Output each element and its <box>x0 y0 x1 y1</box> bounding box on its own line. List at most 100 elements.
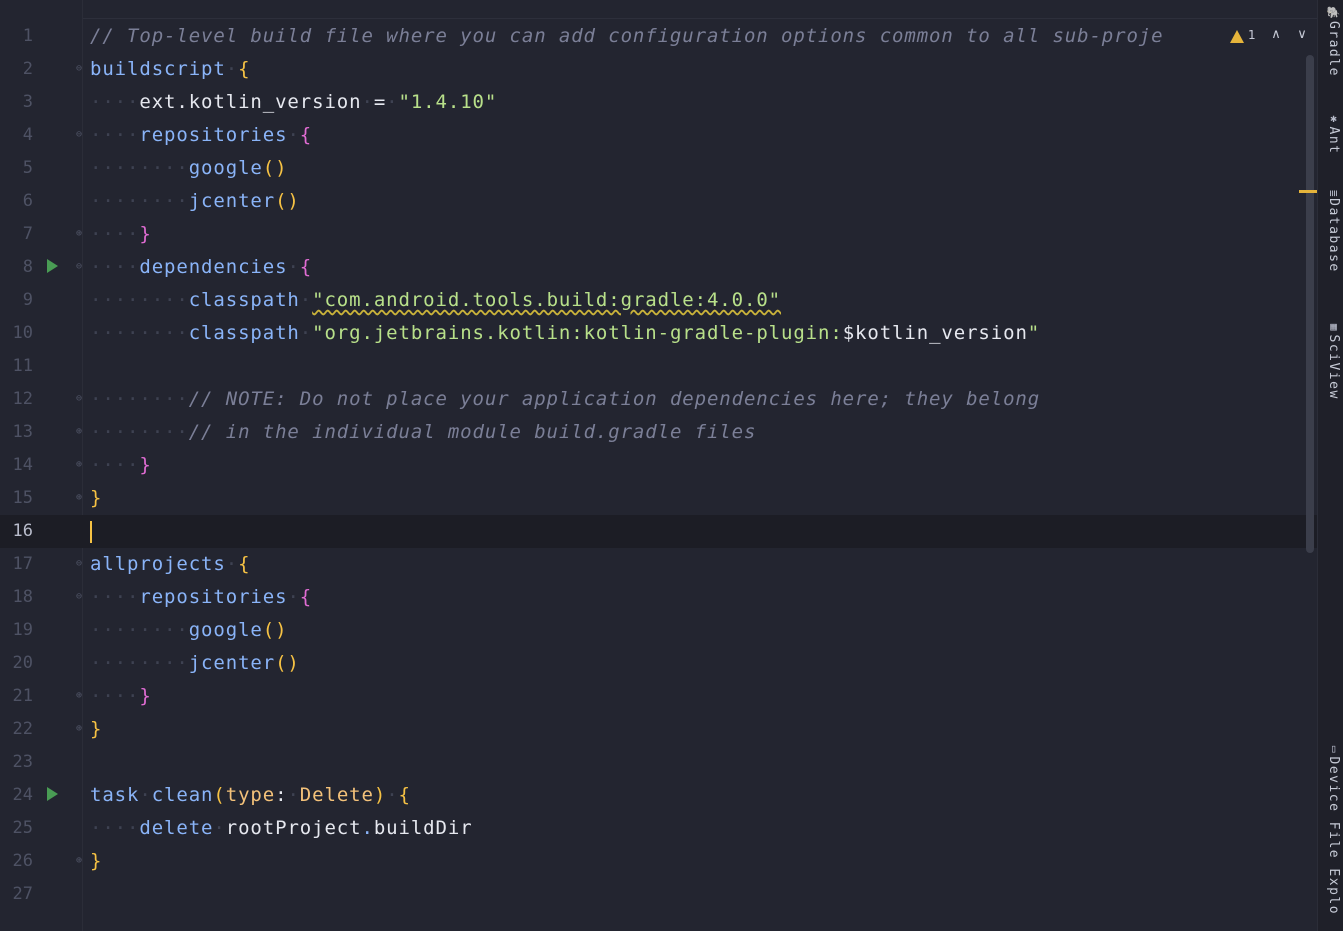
code-line-20[interactable]: 20 ········jcenter() <box>0 647 1317 680</box>
fold-icon[interactable]: ⊕ <box>76 493 86 503</box>
play-icon[interactable] <box>47 259 58 273</box>
keyword: dependencies <box>139 256 288 278</box>
warning-count: 1 <box>1248 28 1256 42</box>
tab-database[interactable]: ≣Database <box>1323 190 1341 273</box>
code-line-16-current[interactable]: 16 <box>0 515 1317 548</box>
code-line-8[interactable]: 8 ⊖ ····dependencies·{ <box>0 251 1317 284</box>
line-number: 10 <box>12 323 33 343</box>
warning-marker[interactable] <box>1299 190 1317 193</box>
string: "org.jetbrains.kotlin:kotlin-gradle-plug… <box>312 322 843 344</box>
code-line-22[interactable]: 22 ⊕ } <box>0 713 1317 746</box>
code-line-18[interactable]: 18 ⊖ ····repositories·{ <box>0 581 1317 614</box>
tab-label: SciView <box>1326 334 1341 400</box>
line-number: 11 <box>12 356 33 376</box>
parens: () <box>275 190 300 212</box>
brace: } <box>90 487 103 509</box>
code-line-11[interactable]: 11 <box>0 350 1317 383</box>
code-line-26[interactable]: 26 ⊕ } <box>0 845 1317 878</box>
code-editor[interactable]: 1 // Top-level build file where you can … <box>0 0 1317 931</box>
brace: { <box>299 586 313 608</box>
keyword: repositories <box>139 586 288 608</box>
fold-icon[interactable]: ⊖ <box>76 559 86 569</box>
identifier: rootProject <box>225 817 362 839</box>
editor-top-border <box>0 18 1317 19</box>
fold-icon[interactable]: ⊖ <box>76 64 86 74</box>
fold-icon[interactable]: ⊕ <box>76 229 86 239</box>
line-number: 7 <box>22 224 33 244</box>
tab-ant[interactable]: ✱Ant <box>1323 112 1341 154</box>
fold-icon[interactable]: ⊕ <box>76 460 86 470</box>
fold-icon[interactable]: ⊕ <box>76 856 86 866</box>
chevron-up-icon[interactable]: ∧ <box>1268 26 1284 44</box>
fold-icon[interactable]: ⊖ <box>76 130 86 140</box>
right-tool-window-bar: 🐘Gradle ✱Ant ≣Database ▦SciView ▯Device … <box>1317 0 1343 931</box>
code-line-2[interactable]: 2 ⊖ buildscript·{ <box>0 53 1317 86</box>
line-number: 8 <box>22 257 33 277</box>
brace: { <box>238 553 251 575</box>
line-number: 5 <box>22 158 33 178</box>
tab-sciview[interactable]: ▦SciView <box>1323 320 1341 400</box>
line-number: 17 <box>12 554 33 574</box>
warning-icon[interactable] <box>1230 30 1244 43</box>
tab-label: Ant <box>1326 126 1341 155</box>
line-number: 13 <box>12 422 33 442</box>
paren: ( <box>213 784 226 806</box>
fold-icon[interactable]: ⊕ <box>76 427 86 437</box>
tab-device-file-explorer[interactable]: ▯Device File Explo <box>1323 742 1341 915</box>
keyword: jcenter <box>188 652 276 674</box>
code-line-19[interactable]: 19 ········google() <box>0 614 1317 647</box>
fold-icon[interactable]: ⊖ <box>76 394 86 404</box>
paren: ) <box>373 784 387 806</box>
line-number: 25 <box>12 818 33 838</box>
keyword: jcenter <box>188 190 276 212</box>
line-number: 23 <box>12 752 33 772</box>
string: "1.4.10" <box>398 91 498 113</box>
string-with-warning: "com.android.tools.build:gradle:4.0.0" <box>312 289 782 311</box>
code-line-3[interactable]: 3 ····ext.kotlin_version·=·"1.4.10" <box>0 86 1317 119</box>
line-number: 14 <box>12 455 33 475</box>
code-line-14[interactable]: 14 ⊕ ····} <box>0 449 1317 482</box>
tab-gradle[interactable]: 🐘Gradle <box>1323 6 1341 77</box>
code-line-27[interactable]: 27 <box>0 878 1317 911</box>
keyword: google <box>188 157 263 179</box>
fold-icon[interactable]: ⊖ <box>76 262 86 272</box>
code-line-15[interactable]: 15 ⊕ } <box>0 482 1317 515</box>
identifier: clean <box>151 784 214 806</box>
comment: // Top-level build file where you can ad… <box>90 25 1164 47</box>
database-icon: ≣ <box>1327 190 1340 199</box>
code-line-24[interactable]: 24 task·clean(type:·Delete)·{ <box>0 779 1317 812</box>
code-line-21[interactable]: 21 ⊕ ····} <box>0 680 1317 713</box>
brace: { <box>398 784 411 806</box>
code-line-13[interactable]: 13 ⊕ ········// in the individual module… <box>0 416 1317 449</box>
identifier: buildDir <box>373 817 473 839</box>
code-line-1[interactable]: 1 // Top-level build file where you can … <box>0 20 1317 53</box>
tab-label: Device File Explo <box>1326 756 1341 916</box>
device-file-icon: ▯ <box>1327 742 1340 757</box>
inspection-widget[interactable]: 1 ∧ ∨ <box>1220 22 1316 50</box>
code-line-25[interactable]: 25 ····delete·rootProject.buildDir <box>0 812 1317 845</box>
line-number: 6 <box>22 191 33 211</box>
code-line-9[interactable]: 9 ········classpath·"com.android.tools.b… <box>0 284 1317 317</box>
fold-icon[interactable]: ⊖ <box>76 592 86 602</box>
code-line-6[interactable]: 6 ········jcenter() <box>0 185 1317 218</box>
code-line-4[interactable]: 4 ⊖ ····repositories·{ <box>0 119 1317 152</box>
line-number: 20 <box>12 653 33 673</box>
fold-icon[interactable]: ⊕ <box>76 724 86 734</box>
comment: // in the individual module build.gradle… <box>188 421 757 443</box>
code-line-10[interactable]: 10 ········classpath·"org.jetbrains.kotl… <box>0 317 1317 350</box>
brace: } <box>139 223 152 245</box>
line-number: 16 <box>12 521 33 541</box>
vertical-scrollbar[interactable] <box>1306 55 1314 553</box>
chevron-down-icon[interactable]: ∨ <box>1294 26 1310 44</box>
code-line-7[interactable]: 7 ⊕ ····} <box>0 218 1317 251</box>
play-icon[interactable] <box>47 787 58 801</box>
code-line-23[interactable]: 23 <box>0 746 1317 779</box>
code-line-17[interactable]: 17 ⊖ allprojects·{ <box>0 548 1317 581</box>
keyword: classpath <box>188 322 300 344</box>
code-line-12[interactable]: 12 ⊖ ········// NOTE: Do not place your … <box>0 383 1317 416</box>
line-number: 27 <box>12 884 33 904</box>
code-line-5[interactable]: 5 ········google() <box>0 152 1317 185</box>
fold-icon[interactable]: ⊕ <box>76 691 86 701</box>
line-number: 2 <box>22 59 33 79</box>
comment: // NOTE: Do not place your application d… <box>188 388 1041 410</box>
